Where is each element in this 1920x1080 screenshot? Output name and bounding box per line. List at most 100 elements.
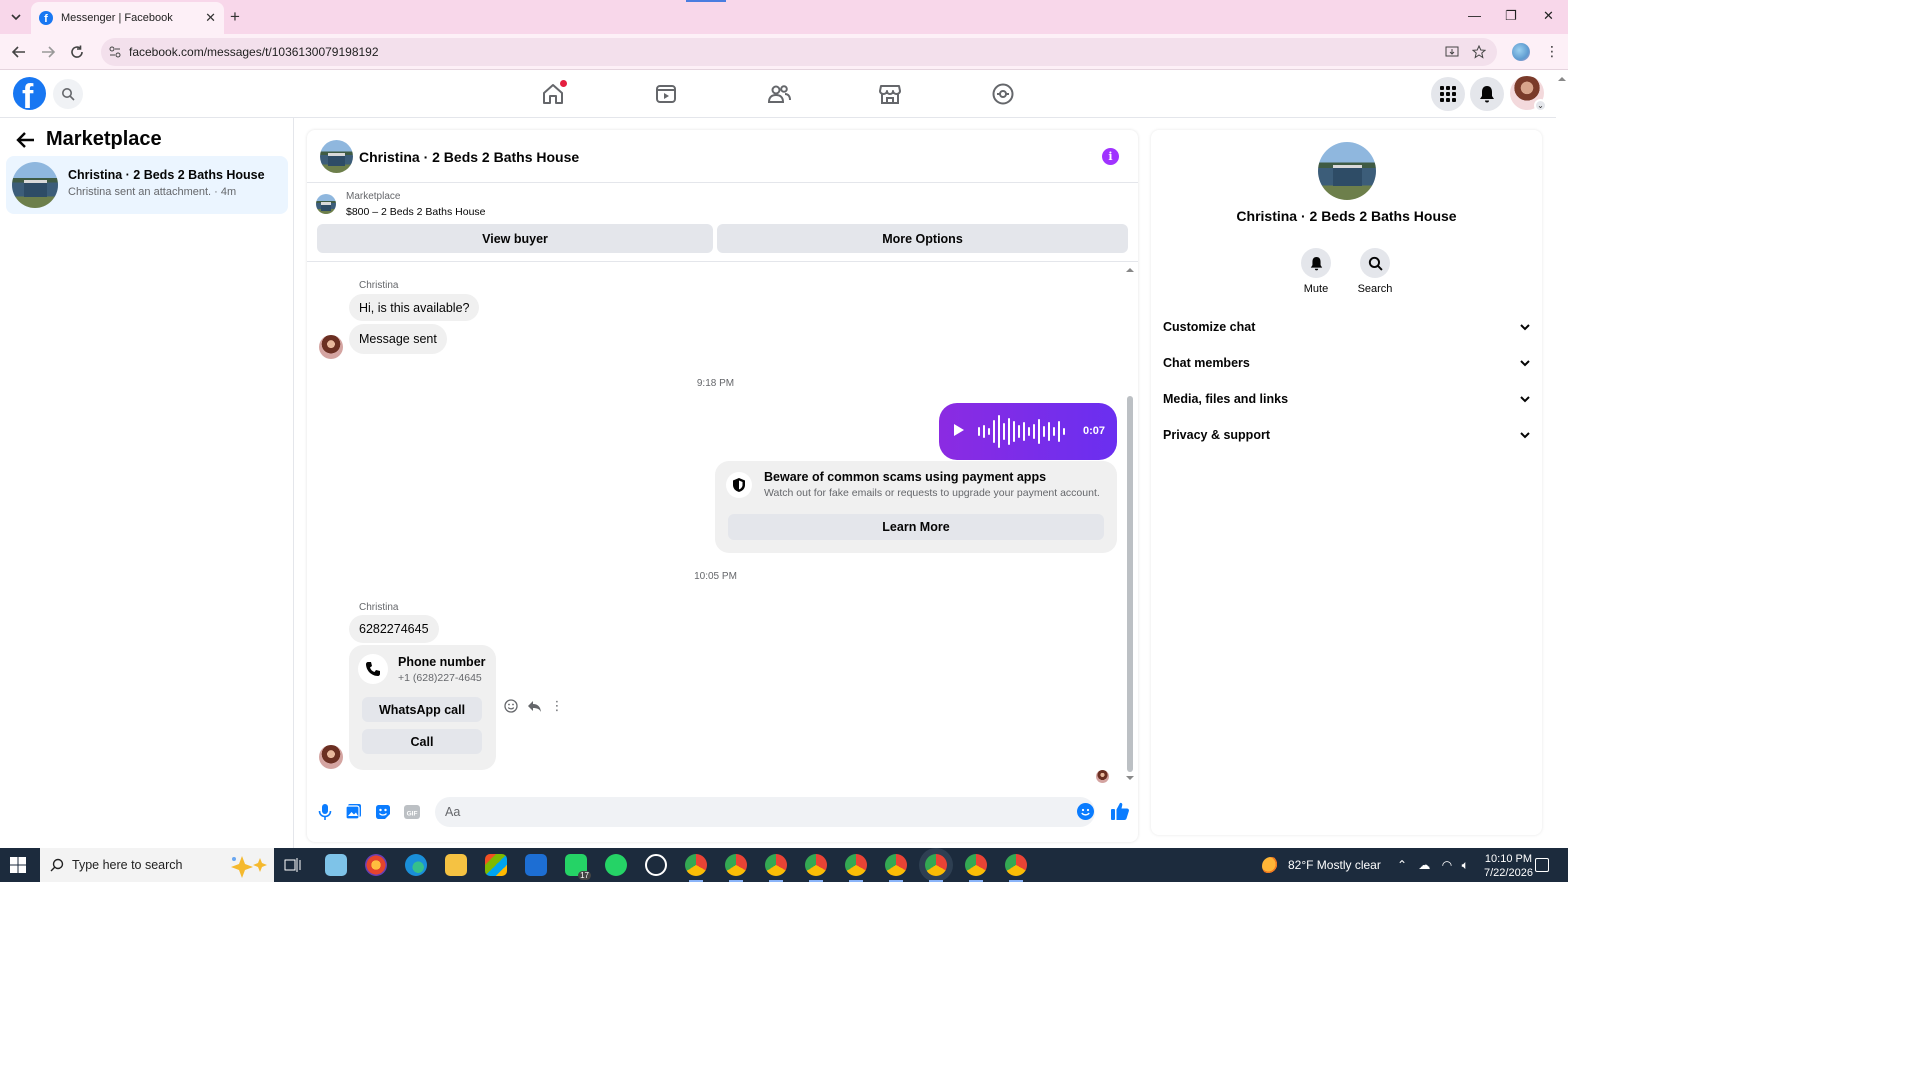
page-scrollbar[interactable] — [1556, 70, 1568, 848]
message-bubble[interactable]: Message sent — [349, 324, 447, 354]
task-view-icon[interactable] — [284, 857, 302, 873]
facebook-logo[interactable]: f — [13, 77, 46, 110]
wifi-icon[interactable]: ◠ — [1442, 858, 1452, 872]
search-icon — [50, 858, 64, 872]
photo-icon[interactable] — [345, 803, 363, 821]
nav-friends[interactable] — [767, 82, 791, 106]
weather-icon[interactable] — [1262, 857, 1280, 875]
chat-scrollbar[interactable] — [1125, 266, 1135, 786]
facebook-search-button[interactable] — [53, 79, 83, 109]
back-arrow-icon[interactable] — [10, 43, 28, 61]
whatsapp-call-button[interactable]: WhatsApp call — [362, 697, 482, 722]
edge-app-icon[interactable] — [405, 854, 427, 876]
browser-tab-messenger[interactable]: f Messenger | Facebook ✕ — [31, 2, 224, 34]
call-button[interactable]: Call — [362, 729, 482, 754]
customize-chat-section[interactable]: Customize chat — [1163, 312, 1531, 342]
minimize-button[interactable]: — — [1468, 8, 1481, 23]
microphone-icon[interactable] — [316, 803, 334, 821]
mute-action[interactable]: Mute — [1286, 248, 1346, 295]
whatsapp-business-icon[interactable]: 17 — [565, 854, 591, 880]
scroll-up-icon[interactable] — [1125, 266, 1135, 274]
chrome-app-icon[interactable] — [965, 854, 987, 882]
chrome-app-icon[interactable] — [805, 854, 827, 882]
tab-search-button[interactable] — [6, 7, 26, 27]
chrome-app-icon[interactable] — [885, 854, 907, 882]
thumbs-up-icon[interactable] — [1110, 801, 1130, 821]
new-tab-button[interactable]: + — [230, 8, 240, 25]
emoji-icon[interactable] — [1077, 803, 1094, 820]
reload-icon[interactable] — [68, 43, 86, 61]
listing-thumbnail[interactable] — [320, 140, 353, 173]
onedrive-icon[interactable]: ☁ — [1418, 858, 1430, 872]
chat-members-section[interactable]: Chat members — [1163, 348, 1531, 378]
gif-icon[interactable]: GIF — [403, 803, 421, 821]
notification-center-icon[interactable] — [1535, 858, 1549, 872]
sticker-icon[interactable] — [374, 803, 392, 821]
windows-start-icon[interactable] — [10, 857, 26, 873]
back-arrow-icon[interactable] — [16, 131, 36, 149]
message-bubble[interactable]: Hi, is this available? — [349, 294, 480, 321]
nav-marketplace[interactable] — [878, 82, 902, 106]
chrome-app-icon[interactable] — [765, 854, 787, 882]
voice-message[interactable]: 0:07 — [939, 403, 1117, 460]
url-text[interactable]: facebook.com/messages/t/1036130079198192 — [129, 45, 379, 59]
sender-avatar[interactable] — [319, 745, 343, 769]
nav-home[interactable] — [541, 80, 567, 106]
message-input[interactable] — [435, 797, 1095, 827]
notifications-button[interactable] — [1470, 77, 1504, 111]
microsoft-store-icon[interactable] — [485, 854, 507, 876]
info-icon[interactable]: i — [1102, 148, 1119, 165]
account-avatar[interactable]: ⌄ — [1510, 76, 1547, 112]
chatgpt-app-icon[interactable] — [645, 854, 667, 876]
search-action[interactable]: Search — [1345, 248, 1405, 295]
forward-arrow-icon[interactable] — [39, 43, 57, 61]
bookmark-star-icon[interactable] — [1472, 45, 1486, 59]
scrollbar-thumb[interactable] — [1127, 396, 1133, 772]
more-actions-icon[interactable]: ⋮ — [549, 698, 565, 714]
scroll-up-icon[interactable] — [1556, 74, 1568, 84]
learn-more-button[interactable]: Learn More — [728, 514, 1104, 540]
listing-price-title[interactable]: $800 – 2 Beds 2 Baths House — [346, 206, 486, 218]
tab-close-button[interactable]: ✕ — [205, 10, 216, 26]
chrome-app-icon[interactable] — [725, 854, 747, 882]
browser-profile-avatar[interactable] — [1512, 43, 1530, 61]
react-emoji-icon[interactable] — [503, 698, 519, 714]
more-options-button[interactable]: More Options — [717, 224, 1128, 253]
listing-thumbnail[interactable] — [316, 194, 336, 214]
chrome-app-icon[interactable] — [845, 854, 867, 882]
firefox-app-icon[interactable] — [365, 854, 387, 876]
install-app-icon[interactable] — [1445, 45, 1459, 59]
sender-avatar[interactable] — [319, 335, 343, 359]
nav-video[interactable] — [654, 82, 678, 106]
chrome-app-icon-active[interactable] — [925, 854, 947, 882]
restore-button[interactable]: ❐ — [1505, 8, 1517, 24]
view-buyer-button[interactable]: View buyer — [317, 224, 713, 253]
taskbar-search-box[interactable]: Type here to search — [40, 848, 274, 882]
listing-thumbnail[interactable] — [1318, 142, 1376, 200]
system-tray-icons[interactable]: ⌃ ☁ ◠ 🔈︎ — [1397, 858, 1469, 873]
site-settings-icon[interactable] — [108, 45, 122, 59]
whatsapp-app-icon[interactable] — [605, 854, 627, 876]
outlook-app-icon[interactable] — [525, 854, 547, 876]
reply-icon[interactable] — [526, 698, 542, 714]
conversation-item[interactable]: Christina · 2 Beds 2 Baths House Christi… — [6, 156, 288, 214]
chat-title[interactable]: Christina · 2 Beds 2 Baths House — [359, 149, 579, 165]
menu-button[interactable] — [1431, 77, 1465, 111]
notepad-app-icon[interactable] — [325, 854, 347, 876]
taskbar-clock[interactable]: 10:10 PM 7/22/2026 — [1484, 852, 1533, 880]
weather-text[interactable]: 82°F Mostly clear — [1288, 858, 1381, 872]
chrome-app-icon[interactable] — [1005, 854, 1027, 882]
scroll-down-icon[interactable] — [1125, 774, 1135, 782]
privacy-support-section[interactable]: Privacy & support — [1163, 420, 1531, 450]
address-bar[interactable]: facebook.com/messages/t/1036130079198192 — [101, 38, 1497, 66]
message-bubble[interactable]: 6282274645 — [349, 615, 439, 643]
media-files-links-section[interactable]: Media, files and links — [1163, 384, 1531, 414]
show-hidden-icons-icon[interactable]: ⌃ — [1397, 858, 1407, 872]
browser-menu-icon[interactable]: ⋮ — [1545, 44, 1559, 58]
chrome-app-icon[interactable] — [685, 854, 707, 882]
nav-gaming[interactable] — [991, 82, 1015, 106]
play-icon[interactable] — [953, 423, 965, 437]
file-explorer-icon[interactable] — [445, 854, 467, 876]
volume-icon[interactable]: 🔈︎ — [1462, 858, 1469, 872]
close-window-button[interactable]: ✕ — [1543, 8, 1554, 24]
